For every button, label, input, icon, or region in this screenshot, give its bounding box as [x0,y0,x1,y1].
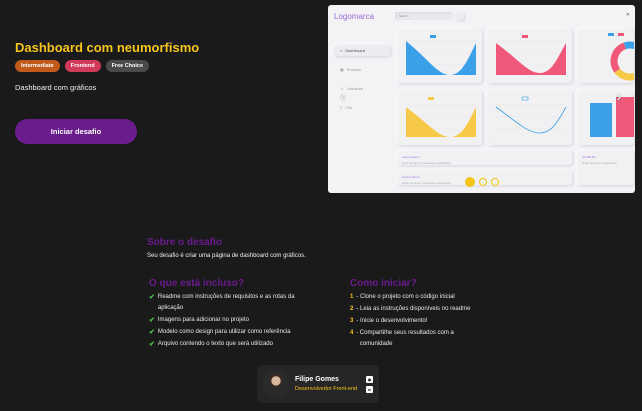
challenge-title: Dashboard com neumorfismo [15,40,200,55]
carousel-dot[interactable] [479,178,487,186]
preview-sidebar: ⌂ Dashboard ▣ Produto ☺ Usuários ≡ Fila [334,45,390,121]
preview-sidebar-item: ▣ Produto [340,67,361,72]
preview-info-card: Lorem ipsum Dolor sit amet consectetur a… [398,151,572,165]
github-icon[interactable]: ◉ [366,376,373,383]
dashboard-preview-image: Logomarca Search ✕ ⌂ Dashboard ▣ Produto ☺… [328,5,635,193]
about-text: Seu desafio é criar uma página de dashbo… [147,253,306,259]
preview-line-chart [488,91,572,145]
preview-search-button [456,12,464,20]
step-item: 2- Leia as instruções disponíveis no rea… [350,306,471,312]
tag-free-choice: Free Choice [105,60,150,72]
check-icon: ✔ [149,317,155,324]
included-item: ✔ Modelo como design para utilizar como r… [149,329,291,336]
start-challenge-button[interactable]: Iniciar desafio [15,119,137,144]
author-card: Filipe Gomes Desenvolvedor Front-end ◉ i… [257,365,379,403]
step-item: 4- Compartilhe seus resultados com a com… [350,330,454,347]
tag-frontend: Frontend [64,60,101,72]
tag-intermediate: Intermediate [15,60,60,72]
carousel-prev-arrow-icon[interactable]: ‹ [336,88,350,104]
step-item: 1- Clone o projeto com o código inicial [350,294,455,300]
preview-donut-chart [578,29,634,83]
preview-search: Search [395,12,453,20]
preview-stat-card: 10 000,00 Dolor sit amet consectetur [578,151,634,185]
challenge-subtitle: Dashboard com gráficos [15,83,97,92]
preview-area-chart-blue [398,29,482,83]
avatar [263,371,289,397]
included-item: ✔ Imagens para adicionar no projeto [149,317,249,324]
steps-list: 1- Clone o projeto com o código inicial … [350,292,480,351]
about-title: Sobre o desafio [147,237,223,248]
included-item: ✔ Readme com instruções de requisitos e a… [149,292,319,314]
how-to-start-title: Como iniciar? [350,278,417,289]
check-icon: ✔ [149,341,155,348]
included-title: O que está incluso? [149,278,245,289]
check-icon: ✔ [149,294,155,301]
carousel-next-arrow-icon[interactable]: › [612,88,626,104]
step-item: 3- Inicie o desenvolvimento! [350,318,428,324]
author-role: Desenvolvedor Front-end [295,386,358,392]
preview-logo: Logomarca [334,12,375,21]
carousel-dots [465,177,499,187]
preview-area-chart-pink [488,29,572,83]
author-name: Filipe Gomes [295,376,339,383]
preview-close-icon: ✕ [625,12,630,18]
linkedin-icon[interactable]: in [366,386,373,393]
preview-sidebar-item: ⌂ Dashboard [334,45,390,56]
check-icon: ✔ [149,329,155,336]
carousel-dot[interactable] [465,177,475,187]
included-item: ✔ Arquivo contendo o texto que será utili… [149,341,273,348]
carousel-dot[interactable] [491,178,499,186]
tag-list: Intermediate Frontend Free Choice [15,60,150,72]
preview-area-chart-yellow [398,91,482,145]
included-list: ✔ Readme com instruções de requisitos e a… [149,292,319,351]
